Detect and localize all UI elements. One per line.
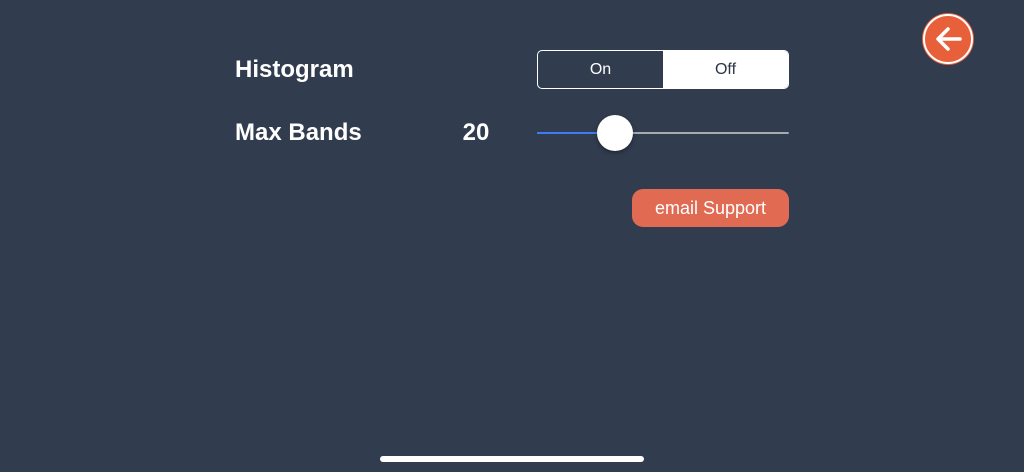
max-bands-value: 20 xyxy=(462,119,490,146)
back-button[interactable] xyxy=(923,14,973,64)
max-bands-label: Max Bands xyxy=(235,119,362,146)
home-indicator xyxy=(380,456,644,462)
email-support-button[interactable]: email Support xyxy=(632,189,789,227)
slider-thumb[interactable] xyxy=(597,115,634,151)
arrow-left-icon xyxy=(936,27,962,51)
histogram-off-option[interactable]: Off xyxy=(663,51,788,88)
histogram-toggle[interactable]: On Off xyxy=(537,50,789,89)
histogram-on-option[interactable]: On xyxy=(538,51,663,88)
histogram-label: Histogram xyxy=(235,56,354,83)
max-bands-slider[interactable] xyxy=(537,113,789,153)
